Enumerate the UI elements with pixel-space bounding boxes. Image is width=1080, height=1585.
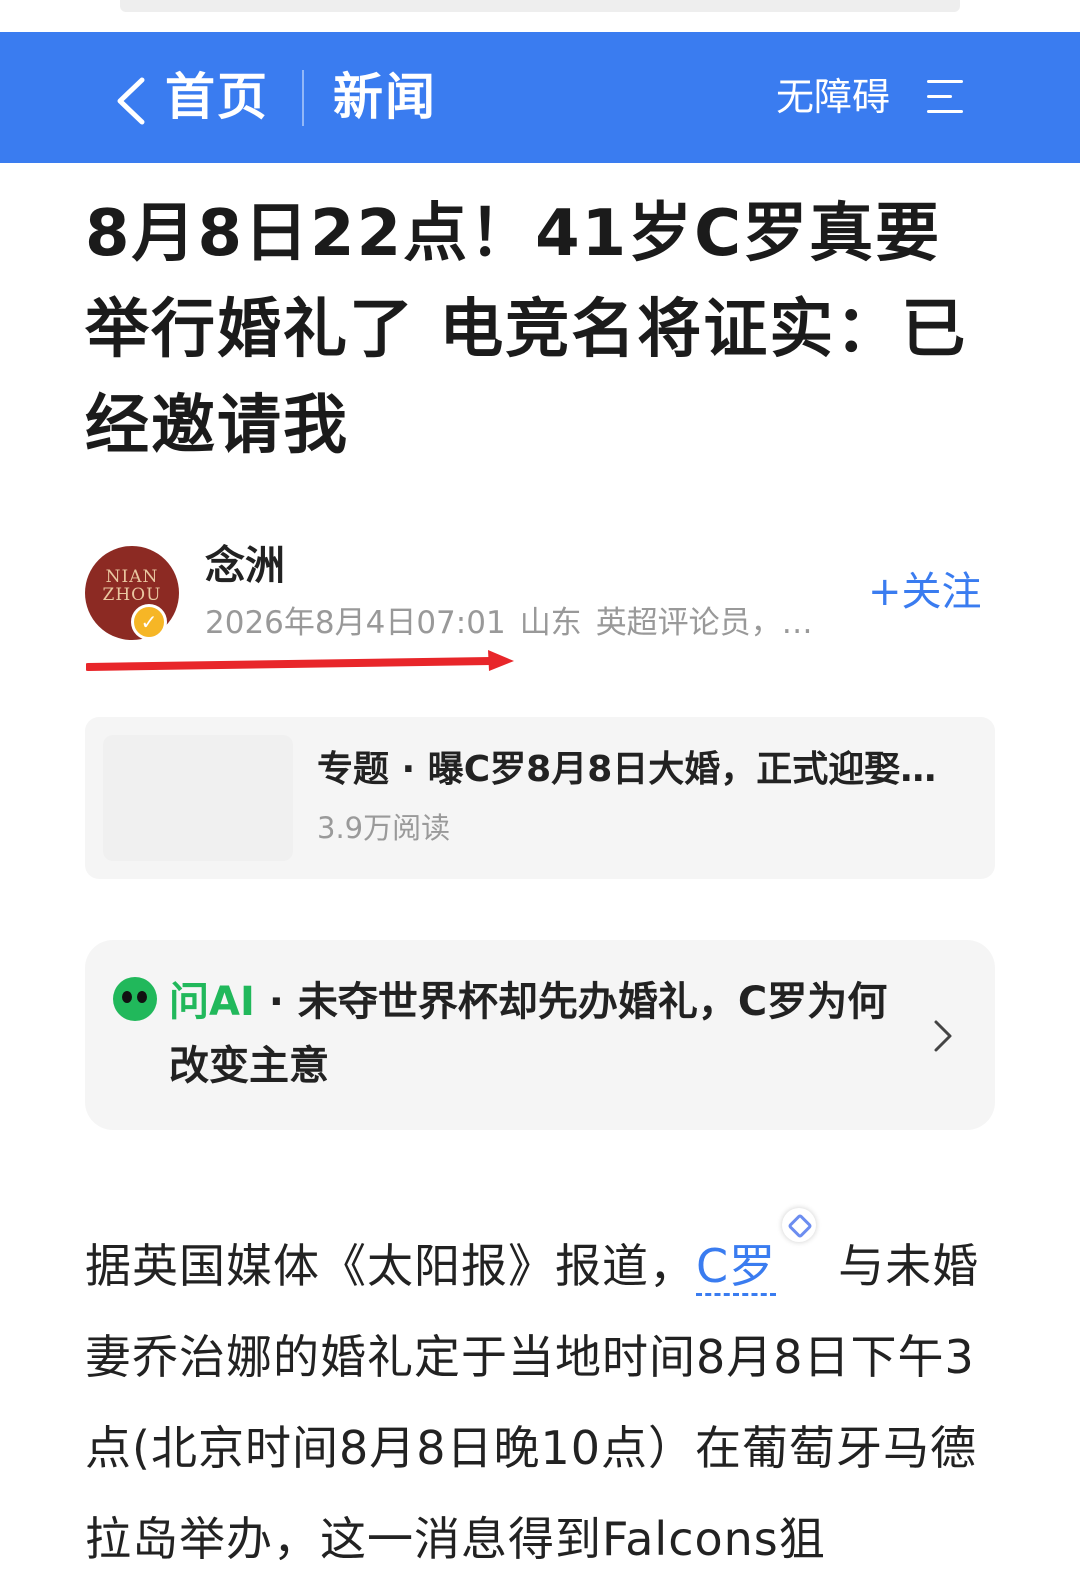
back-arrow-icon[interactable] [112, 76, 152, 126]
section-title[interactable]: 新闻 [333, 64, 437, 130]
accessibility-button[interactable]: 无障碍 [776, 70, 890, 124]
topic-read-count: 3.9万阅读 [317, 811, 451, 845]
topic-thumbnail [103, 735, 293, 861]
ask-ai-text: · 未夺世界杯却先办婚礼，C罗为何改变主意 [169, 979, 888, 1089]
chevron-right-icon [934, 1020, 952, 1052]
avatar-logo-text: NIAN ZHOU [102, 567, 162, 605]
nav-divider [302, 70, 304, 126]
home-link[interactable]: 首页 [165, 64, 269, 130]
verified-badge-icon: ✓ [131, 604, 167, 640]
topic-title: 专题 · 曝C罗8月8日大婚，正式迎娶… [317, 749, 937, 790]
menu-icon[interactable] [927, 80, 963, 114]
topic-card[interactable]: 专题 · 曝C罗8月8日大婚，正式迎娶… 3.9万阅读 [85, 717, 995, 879]
ai-assistant-icon [113, 977, 157, 1021]
article-meta: 2026年8月4日07:01 山东 英超评论员，… [205, 602, 845, 644]
red-arrow-annotation [86, 650, 514, 671]
article-body: 据英国媒体《太阳报》报道，C罗 与未婚妻乔治娜的婚礼定于当地时间8月8日下午3点(… [85, 1208, 995, 1585]
author-tagline: 英超评论员，… [595, 605, 813, 641]
body-text-1: 据英国媒体《太阳报》报道， [85, 1239, 696, 1293]
publish-date: 2026年8月4日07:01 [205, 605, 506, 641]
top-nav-bar: 首页 新闻 无障碍 [0, 32, 1080, 163]
status-area [0, 0, 1080, 32]
ask-ai-prefix: 问AI [169, 979, 255, 1025]
article-title: 8月8日22点！41岁C罗真要举行婚礼了 电竞名将证实：已经邀请我 [85, 197, 968, 463]
author-name[interactable]: 念洲 [205, 540, 285, 592]
author-avatar[interactable]: NIAN ZHOU ✓ [85, 546, 179, 640]
ask-ai-question: 问AI · 未夺世界杯却先办婚礼，C罗为何改变主意 [169, 970, 919, 1098]
follow-button[interactable]: +关注 [868, 566, 982, 618]
c-ronaldo-link[interactable]: C罗 [696, 1239, 777, 1296]
ask-ai-card[interactable]: 问AI · 未夺世界杯却先办婚礼，C罗为何改变主意 [85, 940, 995, 1130]
location: 山东 [519, 605, 582, 641]
search-lens-icon[interactable] [782, 1208, 817, 1242]
